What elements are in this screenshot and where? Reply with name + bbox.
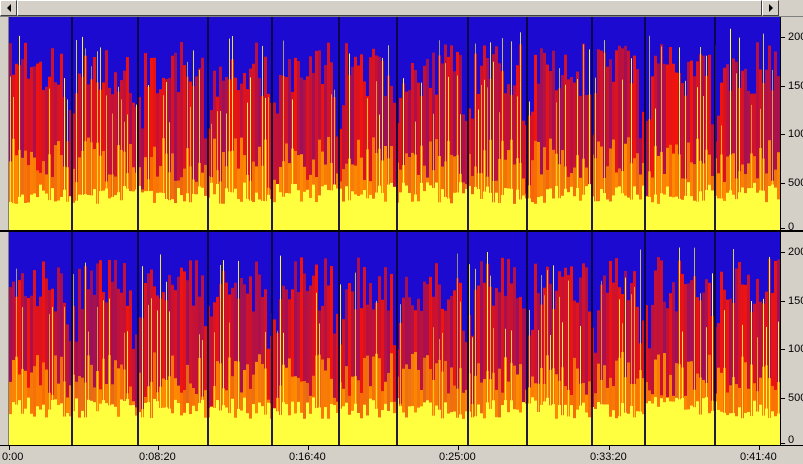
- freq-label: 150: [788, 80, 803, 92]
- ruler-tick: [781, 86, 785, 87]
- ruler-tick: [781, 398, 785, 399]
- freq-label: 500: [788, 392, 803, 404]
- time-label: 0:25:00: [439, 451, 476, 463]
- freq-label: 150: [788, 295, 803, 307]
- ruler-tick: [781, 443, 785, 444]
- time-label: 0:00: [2, 451, 24, 463]
- frequency-ruler-channel-1: 200 150 100 500 0: [780, 17, 803, 233]
- arrow-right-icon: [768, 4, 773, 12]
- ruler-tick: [781, 183, 785, 184]
- ruler-tick: [781, 228, 785, 229]
- ruler-tick: [308, 446, 309, 450]
- freq-label: 200: [788, 246, 803, 258]
- ruler-tick: [781, 37, 785, 38]
- scrollbar-thumb[interactable]: [17, 0, 762, 16]
- time-label: 0:08:20: [139, 451, 176, 463]
- freq-label: 500: [788, 177, 803, 189]
- horizontal-scrollbar[interactable]: [0, 0, 803, 17]
- scroll-left-button[interactable]: [0, 0, 17, 16]
- ruler-tick: [759, 446, 760, 450]
- ruler-tick: [158, 446, 159, 450]
- ruler-tick: [609, 446, 610, 450]
- freq-label: 200: [788, 31, 803, 43]
- time-ruler: 0:00 0:08:20 0:16:40 0:25:00 0:33:20 0:4…: [0, 445, 803, 464]
- ruler-tick: [781, 349, 785, 350]
- time-label: 0:41:40: [740, 451, 777, 463]
- ruler-tick: [458, 446, 459, 450]
- arrow-left-icon: [6, 4, 11, 12]
- ruler-tick: [781, 252, 785, 253]
- ruler-tick: [781, 301, 785, 302]
- ruler-tick: [9, 446, 10, 450]
- time-label: 0:16:40: [289, 451, 326, 463]
- time-label: 0:33:20: [590, 451, 627, 463]
- frequency-ruler-channel-2: 200 150 100 500 0: [780, 232, 803, 446]
- spectrogram-channel-1[interactable]: [9, 17, 780, 230]
- freq-label: 100: [788, 128, 803, 140]
- ruler-tick: [781, 134, 785, 135]
- freq-label: 100: [788, 343, 803, 355]
- scroll-right-button[interactable]: [762, 0, 779, 16]
- spectrogram-channel-2[interactable]: [9, 232, 780, 445]
